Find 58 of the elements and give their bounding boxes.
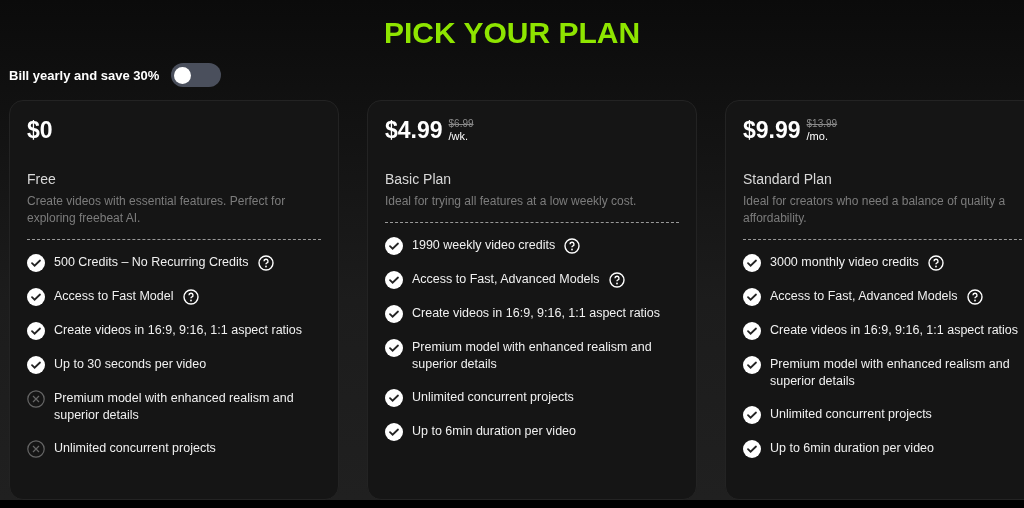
plan-name: Free <box>27 171 57 187</box>
plan-price: $9.99 <box>743 116 801 145</box>
billing-toggle[interactable] <box>171 63 222 87</box>
feature-text: Premium model with enhanced realism and superior details <box>54 390 295 424</box>
x-circle-icon <box>27 440 45 458</box>
check-icon <box>385 339 403 357</box>
feature-text: Up to 6min duration per video <box>770 440 934 457</box>
old-price: $6.99 <box>448 118 474 130</box>
feature-text: 500 Credits – No Recurring Credits <box>54 254 249 271</box>
x-circle-icon <box>27 390 45 408</box>
check-icon <box>743 406 761 424</box>
price-period: /wk. <box>448 130 470 142</box>
feature-text: Unlimited concurrent projects <box>54 440 216 457</box>
feature-text: Unlimited concurrent projects <box>412 389 574 406</box>
feature-text: Premium model with enhanced realism and superior details <box>412 339 653 373</box>
page-title: PICK YOUR PLAN <box>382 15 642 51</box>
feature-text: Access to Fast, Advanced Models <box>412 271 600 288</box>
feature-text: Unlimited concurrent projects <box>770 406 932 423</box>
help-icon[interactable] <box>257 255 274 271</box>
check-icon <box>385 305 403 323</box>
help-icon[interactable] <box>608 272 625 288</box>
help-icon[interactable] <box>182 289 199 305</box>
feature-text: 1990 weekly video credits <box>412 237 556 254</box>
feature-text: Premium model with enhanced realism and superior details <box>770 356 1011 390</box>
check-icon <box>385 389 403 407</box>
check-icon <box>385 423 403 441</box>
feature-text: Create videos in 16:9, 9:16, 1:1 aspect ratios <box>770 322 1019 339</box>
check-icon <box>743 356 761 374</box>
check-icon <box>385 237 403 255</box>
feature-text: Up to 6min duration per video <box>412 423 576 440</box>
feature-text: Access to Fast, Advanced Models <box>770 288 958 305</box>
plan-description: Create videos with essential features. Perfect for exploring freebeat AI. <box>27 193 287 227</box>
plan-name: Basic Plan <box>385 171 453 187</box>
help-icon[interactable] <box>564 238 581 254</box>
help-icon[interactable] <box>927 255 944 271</box>
check-icon <box>743 322 761 340</box>
plan-description: Ideal for trying all features at a low weekly cost. <box>385 193 638 210</box>
feature-text: 3000 monthly video credits <box>770 254 919 271</box>
check-icon <box>27 288 45 306</box>
feature-text: Create videos in 16:9, 9:16, 1:1 aspect ratios <box>412 305 661 322</box>
feature-text: Create videos in 16:9, 9:16, 1:1 aspect ratios <box>54 322 303 339</box>
check-icon <box>27 356 45 374</box>
check-icon <box>27 254 45 272</box>
old-price: $13.99 <box>806 118 838 130</box>
plan-name: Standard Plan <box>743 171 833 187</box>
check-icon <box>743 254 761 272</box>
help-icon[interactable] <box>966 289 983 305</box>
check-icon <box>385 271 403 289</box>
plan-description: Ideal for creators who need a balance of quality a affordability. <box>743 193 1007 227</box>
feature-text: Access to Fast Model <box>54 288 174 305</box>
check-icon <box>743 288 761 306</box>
billing-label: Bill yearly and save 30% <box>9 67 160 83</box>
check-icon <box>27 322 45 340</box>
feature-text: Up to 30 seconds per video <box>54 356 207 373</box>
plan-price: $0 <box>27 116 53 145</box>
check-icon <box>743 440 761 458</box>
price-period: /mo. <box>806 130 829 142</box>
plan-price: $4.99 <box>385 116 443 145</box>
